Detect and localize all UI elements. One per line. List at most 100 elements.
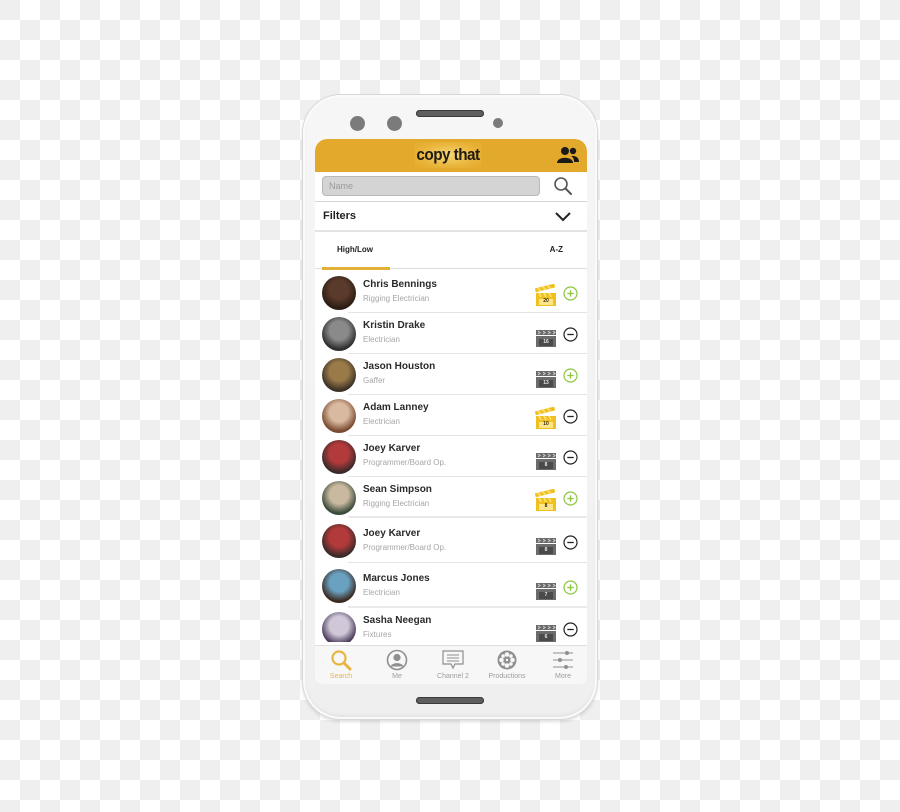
remove-crew-button[interactable]	[563, 535, 578, 550]
crew-role: Electrician	[363, 417, 400, 426]
crew-list-item[interactable]: Marcus Jones Electrician 7	[315, 563, 587, 608]
minus-circle-icon	[563, 409, 578, 424]
crew-name: Adam Lanney	[363, 402, 429, 413]
add-crew-button[interactable]	[563, 286, 578, 301]
tab-me[interactable]: Me	[371, 649, 423, 680]
sliders-icon	[553, 651, 573, 669]
sensor-icon	[387, 116, 402, 131]
earpiece-speaker	[416, 110, 484, 117]
app-screen: copy that Filters High/Low A-Z	[315, 139, 587, 684]
credits-count: 8	[544, 503, 548, 509]
bottom-speaker	[416, 697, 484, 704]
front-camera-icon	[350, 116, 365, 131]
tab-high-low[interactable]: High/Low	[337, 245, 373, 254]
crew-role: Rigging Electrician	[363, 499, 430, 508]
tab-label: Productions	[488, 673, 526, 680]
tab-channel-2[interactable]: Channel 2	[427, 649, 479, 680]
avatar	[322, 481, 356, 515]
crew-role: Gaffer	[363, 376, 386, 385]
phone-frame: copy that Filters High/Low A-Z	[303, 95, 597, 719]
tab-productions[interactable]: Productions	[481, 649, 533, 680]
crew-list-item[interactable]: Sean Simpson Rigging Electrician 8	[315, 477, 587, 518]
clapperboard-credits-icon: 13	[535, 366, 557, 388]
plus-circle-icon	[563, 491, 578, 506]
crew-list-item[interactable]: Adam Lanney Electrician 10	[315, 395, 587, 436]
proximity-sensor-icon	[493, 118, 503, 128]
crew-name: Marcus Jones	[363, 573, 430, 584]
crew-list-item[interactable]: Chris Bennings Rigging Electrician 20	[315, 272, 587, 313]
credits-count: 6	[544, 634, 548, 640]
minus-circle-icon	[563, 450, 578, 465]
crew-name: Kristin Drake	[363, 320, 426, 331]
sort-tabs: High/Low A-Z	[315, 232, 587, 270]
filters-label: Filters	[323, 210, 357, 222]
remove-crew-button[interactable]	[563, 450, 578, 465]
active-tab-indicator	[322, 267, 390, 270]
add-crew-button[interactable]	[563, 580, 578, 595]
film-reel-icon	[497, 650, 517, 670]
crew-name: Sasha Neegan	[363, 615, 432, 626]
credits-count: 8	[544, 462, 548, 468]
user-icon	[386, 649, 408, 671]
credits-count: 16	[543, 339, 549, 345]
crew-list-item[interactable]: Joey Karver Programmer/Board Op. 8	[315, 518, 587, 563]
clapperboard-credits-icon: 16	[535, 325, 557, 347]
tab-search[interactable]: Search	[315, 649, 367, 680]
minus-circle-icon	[563, 327, 578, 342]
crew-name: Sean Simpson	[363, 484, 432, 495]
search-icon[interactable]	[553, 176, 573, 196]
clapperboard-credits-icon: 8	[535, 533, 557, 555]
copy-that-logo: copy that	[414, 142, 482, 168]
crew-role: Electrician	[363, 588, 400, 597]
tab-label: Search	[329, 673, 353, 680]
avatar	[322, 358, 356, 392]
crew-role: Programmer/Board Op.	[363, 543, 447, 552]
minus-circle-icon	[563, 535, 578, 550]
remove-crew-button[interactable]	[563, 409, 578, 424]
crew-role: Electrician	[363, 335, 400, 344]
plus-circle-icon	[563, 286, 578, 301]
tab-a-z[interactable]: A-Z	[550, 245, 563, 254]
crew-name: Joey Karver	[363, 443, 421, 454]
crew-list-item[interactable]: Jason Houston Gaffer 13	[315, 354, 587, 395]
minus-circle-icon	[563, 622, 578, 637]
crew-name: Chris Bennings	[363, 279, 437, 290]
clapperboard-credits-icon: 8	[534, 488, 557, 511]
credits-count: 20	[543, 298, 549, 304]
tab-more[interactable]: More	[537, 649, 587, 680]
chevron-down-icon[interactable]	[555, 211, 571, 223]
add-crew-button[interactable]	[563, 368, 578, 383]
tab-label: More	[555, 673, 571, 680]
crew-role: Fixtures	[363, 630, 392, 639]
avatar	[322, 612, 356, 642]
search-bar	[315, 172, 587, 202]
clapperboard-credits-icon: 10	[534, 406, 557, 429]
clapperboard-credits-icon: 20	[534, 283, 557, 306]
name-search-input[interactable]	[322, 176, 540, 196]
crew-name: Jason Houston	[363, 361, 436, 372]
people-icon[interactable]	[557, 146, 579, 163]
crew-list[interactable]: Chris Bennings Rigging Electrician 20 Kri…	[315, 272, 587, 642]
clapperboard-credits-icon: 6	[535, 620, 557, 642]
credits-count: 13	[543, 380, 549, 386]
remove-crew-button[interactable]	[563, 622, 578, 637]
plus-circle-icon	[563, 368, 578, 383]
avatar	[322, 524, 356, 558]
avatar	[322, 569, 356, 603]
crew-list-item[interactable]: Kristin Drake Electrician 16	[315, 313, 587, 354]
avatar	[322, 317, 356, 351]
avatar	[322, 276, 356, 310]
credits-count: 10	[543, 421, 549, 427]
avatar	[322, 399, 356, 433]
crew-list-item[interactable]: Sasha Neegan Fixtures 6	[315, 608, 587, 642]
remove-crew-button[interactable]	[563, 327, 578, 342]
tab-label: Me	[392, 673, 402, 680]
search-icon	[331, 650, 352, 671]
tab-label: Channel 2	[437, 673, 469, 680]
crew-list-item[interactable]: Joey Karver Programmer/Board Op. 8	[315, 436, 587, 477]
clapperboard-credits-icon: 7	[535, 578, 557, 600]
bottom-tab-bar: Search Me Channel 2 Productions More	[315, 645, 587, 684]
app-header: copy that	[315, 139, 587, 172]
add-crew-button[interactable]	[563, 491, 578, 506]
filters-toggle[interactable]: Filters	[315, 202, 587, 232]
